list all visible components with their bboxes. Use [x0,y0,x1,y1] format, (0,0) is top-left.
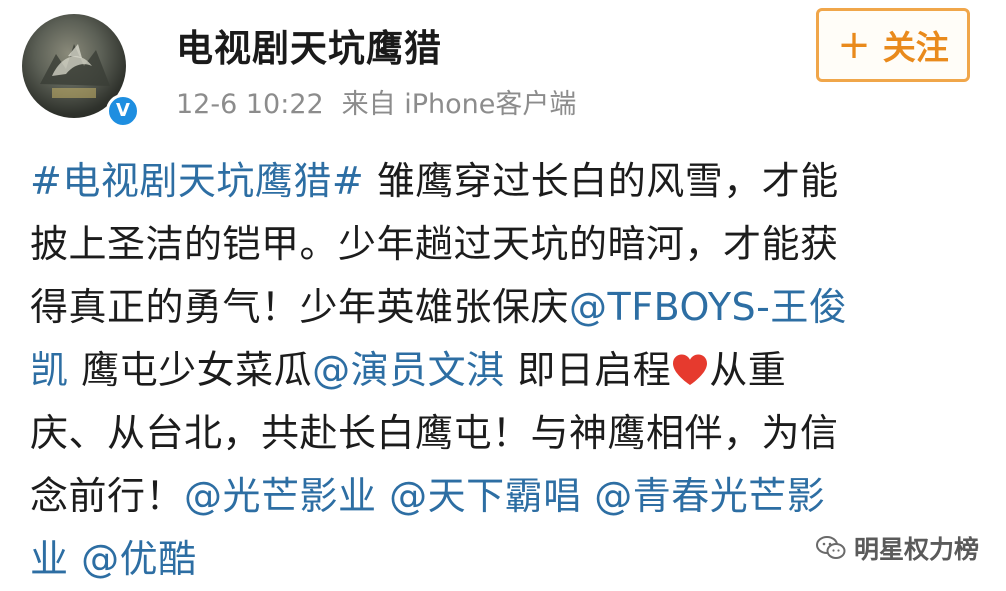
mention-link-wangjunkai[interactable]: @TFBOYS-王俊 [569,285,847,329]
mention-link-youku[interactable]: @优酷 [81,537,197,581]
post-text [69,537,82,581]
post-meta: 12-6 10:22 来自 iPhone客户端 [176,82,576,121]
post-text [582,474,595,518]
watermark: 明星权力榜 [816,530,979,566]
post-time: 12-6 10:22 [176,89,324,120]
avatar-container[interactable]: V [22,14,140,130]
mention-link-qingchun-cont[interactable]: 业 [30,537,69,581]
post-source[interactable]: 来自 iPhone客户端 [342,89,577,120]
post-line-2: 披上圣洁的铠甲。少年趟过天坑的暗河，才能获 [30,213,980,276]
post-text: 从重 [709,348,787,392]
post-line-3: 得真正的勇气！少年英雄张保庆@TFBOYS-王俊 [30,276,980,339]
post-line-1: #电视剧天坑鹰猎# 雏鹰穿过长白的风雪，才能 [30,150,980,213]
mention-link-wenqi[interactable]: @演员文淇 [312,348,505,392]
follow-button-label: 关注 [882,28,949,67]
post-text: 得真正的勇气！少年英雄张保庆 [30,285,570,329]
post-line-5: 庆、从台北，共赴长白鹰屯！与神鹰相伴，为信 [30,402,980,465]
post-text [377,474,390,518]
post-text: 即日启程 [504,348,672,392]
red-heart-icon [673,354,708,385]
follow-button[interactable]: + 关注 [816,8,970,82]
post-text: 鹰屯少女菜瓜 [68,348,313,392]
mention-link-tianxiabachang[interactable]: @天下霸唱 [389,474,582,518]
username[interactable]: 电视剧天坑鹰猎 [176,18,442,72]
post-text: 念前行！ [30,474,185,518]
hashtag-link[interactable]: #电视剧天坑鹰猎# [30,159,364,203]
plus-icon: + [837,22,871,68]
verified-badge-icon: V [106,94,140,128]
mention-link-guangmang[interactable]: @光芒影业 [184,474,377,518]
mention-link-qingchun[interactable]: @青春光芒影 [594,474,825,518]
wechat-icon [816,536,846,559]
post-text: 庆、从台北，共赴长白鹰屯！与神鹰相伴，为信 [30,411,839,455]
post-line-4: 凯 鹰屯少女菜瓜@演员文淇 即日启程 从重 [30,339,980,402]
post-body: #电视剧天坑鹰猎# 雏鹰穿过长白的风雪，才能 披上圣洁的铠甲。少年趟过天坑的暗河… [30,150,980,591]
post-text: 披上圣洁的铠甲。少年趟过天坑的暗河，才能获 [30,222,839,266]
post-text: 雏鹰穿过长白的风雪，才能 [364,159,839,203]
watermark-text: 明星权力榜 [854,535,980,564]
mention-link-wangjunkai-cont[interactable]: 凯 [30,348,69,392]
post-line-6: 念前行！@光芒影业 @天下霸唱 @青春光芒影 [30,465,980,528]
